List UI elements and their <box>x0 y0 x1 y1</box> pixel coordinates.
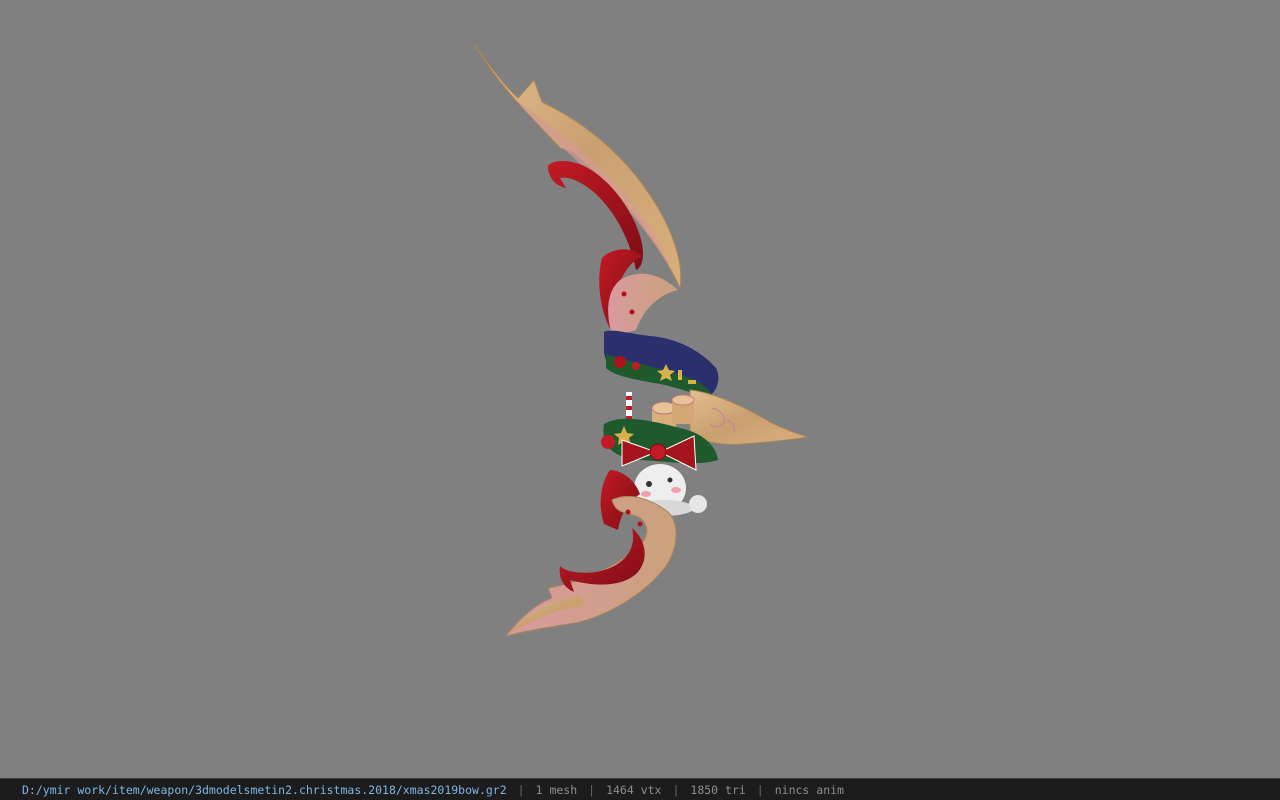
upper-limb <box>473 43 682 336</box>
file-path: D:/ymir work/item/weapon/3dmodelsmetin2.… <box>22 782 507 797</box>
holly-wreath <box>604 330 719 400</box>
3d-viewport[interactable] <box>0 0 1280 778</box>
animation-status: nincs anim <box>774 782 844 797</box>
mesh-count: 1 mesh <box>535 782 578 797</box>
christmas-bow-model[interactable] <box>0 0 1280 778</box>
status-separator: | <box>672 782 680 797</box>
arrow-rest-spike <box>689 389 809 445</box>
status-bar: D:/ymir work/item/weapon/3dmodelsmetin2.… <box>0 778 1280 800</box>
status-separator: | <box>756 782 764 797</box>
vertex-count: 1464 vtx <box>606 782 662 797</box>
status-separator: | <box>517 782 525 797</box>
status-separator: | <box>588 782 596 797</box>
triangle-count: 1850 tri <box>690 782 746 797</box>
